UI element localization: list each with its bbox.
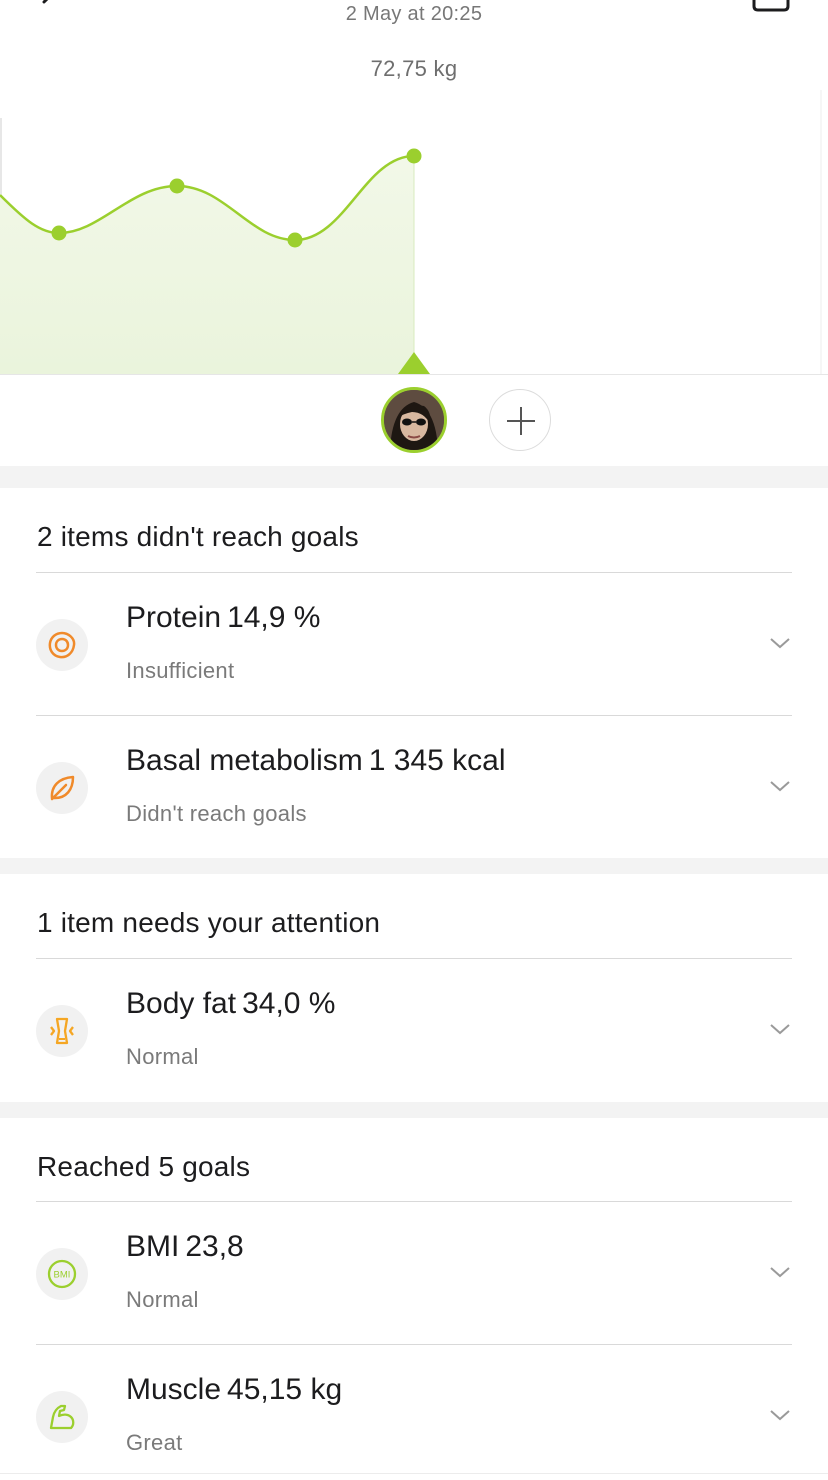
avatar[interactable] <box>381 387 447 453</box>
item-value: 14,9 % <box>227 601 321 634</box>
bmi-badge: BMI <box>54 1270 71 1281</box>
item-status: Insufficient <box>126 658 235 683</box>
leaf-icon <box>36 762 88 814</box>
chevron-down-icon[interactable] <box>768 635 792 651</box>
item-title: Body fat 34,0 % <box>126 987 335 1021</box>
section-title: 1 item needs your attention <box>37 907 381 938</box>
item-status: Great <box>126 1430 183 1455</box>
divider <box>0 1473 828 1474</box>
chart-area <box>0 156 414 374</box>
item-value: 23,8 <box>185 1230 244 1263</box>
chart-point <box>287 232 303 248</box>
measurement-date: 2 May at 20:25 <box>345 3 483 25</box>
item-label: Muscle <box>126 1373 222 1406</box>
weight-trend-chart[interactable] <box>0 90 828 380</box>
section-needs-attention: 1 item needs your attention Body fat 34,0… <box>0 874 828 1102</box>
muscle-icon <box>36 1391 88 1443</box>
section-gap <box>0 858 828 874</box>
user-switcher <box>0 374 828 466</box>
section-reached-goals: Reached 5 goals BMI BMI 23,8 Normal Muscl… <box>0 1118 828 1480</box>
chevron-down-icon[interactable] <box>768 1407 792 1423</box>
list-item-body-fat[interactable]: Body fat 34,0 % Normal <box>0 959 828 1101</box>
section-title: Reached 5 goals <box>37 1151 251 1182</box>
bmi-icon: BMI <box>36 1248 88 1300</box>
list-item-protein[interactable]: Protein 14,9 % Insufficient <box>0 573 828 715</box>
section-title: 2 items didn't reach goals <box>37 521 359 552</box>
chevron-down-icon[interactable] <box>768 778 792 794</box>
list-item-muscle[interactable]: Muscle 45,15 kg Great <box>0 1345 828 1480</box>
item-label: Basal metabolism <box>126 744 363 777</box>
item-value: 34,0 % <box>242 987 336 1020</box>
item-title: Basal metabolism 1 345 kcal <box>126 744 506 778</box>
protein-icon <box>36 619 88 671</box>
section-not-reached: 2 items didn't reach goals Protein 14,9 %… <box>0 488 828 858</box>
body-fat-icon <box>36 1005 88 1057</box>
weight-value: 72,75 kg <box>370 56 458 81</box>
item-label: BMI <box>126 1230 180 1263</box>
item-title: Protein 14,9 % <box>126 601 320 635</box>
item-title: BMI 23,8 <box>126 1230 244 1264</box>
item-label: Protein <box>126 601 222 634</box>
chevron-down-icon[interactable] <box>768 1264 792 1280</box>
item-label: Body fat <box>126 987 237 1020</box>
list-item-bmi[interactable]: BMI BMI 23,8 Normal <box>0 1202 828 1344</box>
chart-point <box>51 225 67 241</box>
item-status: Didn't reach goals <box>126 801 307 826</box>
calendar-icon[interactable] <box>752 0 790 12</box>
add-user-button[interactable] <box>489 389 551 451</box>
section-gap <box>0 1102 828 1118</box>
section-gap <box>0 466 828 488</box>
chart-point-selected <box>406 148 422 164</box>
item-value: 1 345 kcal <box>368 744 506 777</box>
item-title: Muscle 45,15 kg <box>126 1373 342 1407</box>
list-item-basal-metabolism[interactable]: Basal metabolism 1 345 kcal Didn't reach … <box>0 716 828 858</box>
item-status: Normal <box>126 1287 199 1312</box>
plus-icon <box>507 407 535 435</box>
item-status: Normal <box>126 1044 199 1069</box>
chart-point <box>169 178 185 194</box>
item-value: 45,15 kg <box>227 1373 343 1406</box>
chevron-down-icon[interactable] <box>768 1021 792 1037</box>
